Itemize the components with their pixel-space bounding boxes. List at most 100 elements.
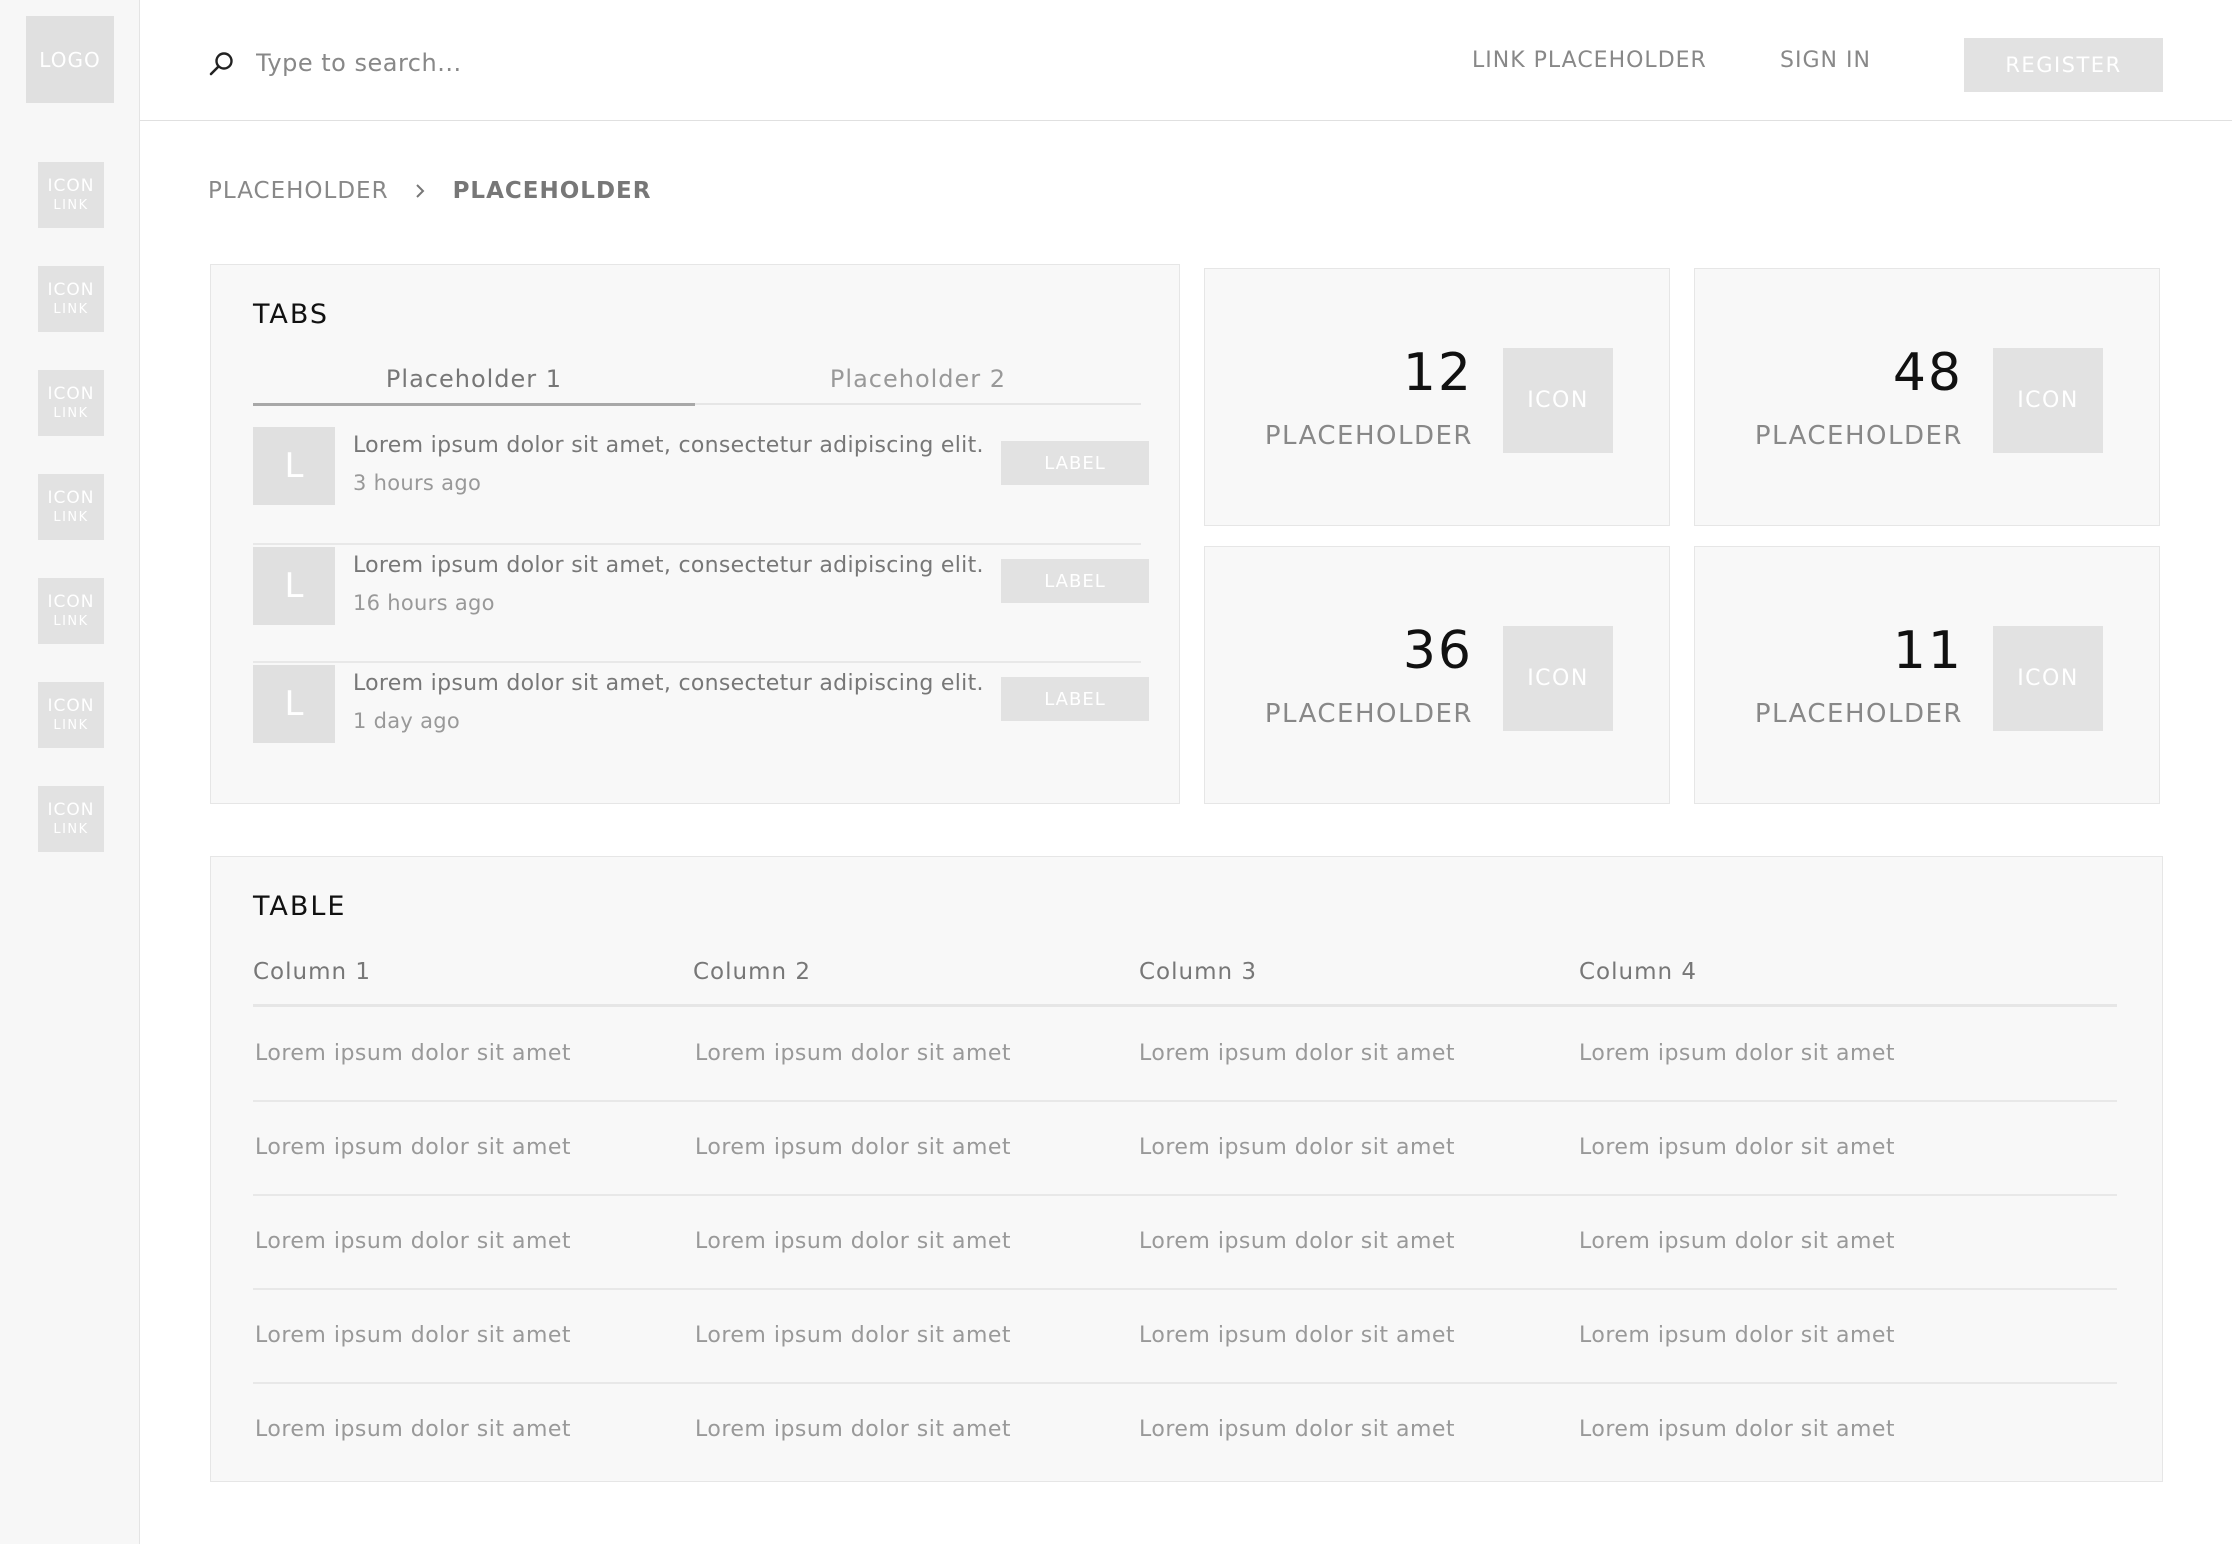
breadcrumb: PLACEHOLDER PLACEHOLDER xyxy=(208,178,651,204)
sidebar-link-label: LINK xyxy=(53,302,89,317)
sidebar-item-1[interactable]: ICON LINK xyxy=(38,162,104,228)
stat-icon: ICON xyxy=(1503,348,1613,453)
tab-placeholder-1[interactable]: Placeholder 1 xyxy=(253,365,695,406)
table-cell: Lorem ipsum dolor sit amet xyxy=(695,1417,1012,1442)
sidebar-link-label: LINK xyxy=(53,718,89,733)
stat-icon: ICON xyxy=(1503,626,1613,731)
table-cell: Lorem ipsum dolor sit amet xyxy=(255,1041,572,1066)
table-cell: Lorem ipsum dolor sit amet xyxy=(1139,1417,1456,1442)
sidebar-link-label: LINK xyxy=(53,406,89,421)
sidebar-item-7[interactable]: ICON LINK xyxy=(38,786,104,852)
sidebar-icon-label: ICON xyxy=(47,488,95,508)
breadcrumb-item-1[interactable]: PLACEHOLDER xyxy=(208,178,389,204)
logo[interactable]: LOGO xyxy=(26,16,114,103)
label-badge[interactable]: LABEL xyxy=(1001,677,1149,721)
register-button[interactable]: REGISTER xyxy=(1964,38,2163,92)
top-header: LINK PLACEHOLDER SIGN IN REGISTER xyxy=(140,0,2232,121)
column-header[interactable]: Column 4 xyxy=(1579,959,1697,985)
sidebar-icon-label: ICON xyxy=(47,384,95,404)
avatar: L xyxy=(253,665,335,743)
stat-value: 12 xyxy=(1402,343,1473,403)
list-item-time: 16 hours ago xyxy=(353,591,495,615)
list-item-text: Lorem ipsum dolor sit amet, consectetur … xyxy=(353,553,984,578)
table-row[interactable]: Lorem ipsum dolor sit amet Lorem ipsum d… xyxy=(253,1008,2117,1102)
column-header[interactable]: Column 2 xyxy=(693,959,811,985)
stat-value: 11 xyxy=(1892,621,1963,681)
table-cell: Lorem ipsum dolor sit amet xyxy=(1139,1041,1456,1066)
label-badge[interactable]: LABEL xyxy=(1001,559,1149,603)
table-cell: Lorem ipsum dolor sit amet xyxy=(1579,1041,1896,1066)
sign-in-link[interactable]: SIGN IN xyxy=(1780,48,1871,73)
sidebar: LOGO ICON LINK ICON LINK ICON LINK ICON … xyxy=(0,0,140,1544)
list-item-time: 1 day ago xyxy=(353,709,461,733)
table-panel: TABLE Column 1 Column 2 Column 3 Column … xyxy=(210,856,2163,1482)
table-cell: Lorem ipsum dolor sit amet xyxy=(1139,1135,1456,1160)
list-item[interactable]: L Lorem ipsum dolor sit amet, consectetu… xyxy=(253,427,1149,545)
table-header: Column 1 Column 2 Column 3 Column 4 xyxy=(253,959,2117,1007)
table-cell: Lorem ipsum dolor sit amet xyxy=(255,1229,572,1254)
sidebar-link-label: LINK xyxy=(53,822,89,837)
chevron-right-icon xyxy=(415,184,424,198)
table-cell: Lorem ipsum dolor sit amet xyxy=(1579,1323,1896,1348)
stat-label: PLACEHOLDER xyxy=(1264,699,1473,729)
table-cell: Lorem ipsum dolor sit amet xyxy=(695,1323,1012,1348)
sidebar-link-label: LINK xyxy=(53,614,89,629)
list-item[interactable]: L Lorem ipsum dolor sit amet, consectetu… xyxy=(253,663,1149,781)
table-cell: Lorem ipsum dolor sit amet xyxy=(1579,1229,1896,1254)
sidebar-icon-label: ICON xyxy=(47,592,95,612)
table-cell: Lorem ipsum dolor sit amet xyxy=(255,1135,572,1160)
sidebar-icon-label: ICON xyxy=(47,176,95,196)
table-row[interactable]: Lorem ipsum dolor sit amet Lorem ipsum d… xyxy=(253,1196,2117,1290)
list-item[interactable]: L Lorem ipsum dolor sit amet, consectetu… xyxy=(253,545,1149,663)
stat-icon: ICON xyxy=(1993,348,2103,453)
table-cell: Lorem ipsum dolor sit amet xyxy=(695,1135,1012,1160)
sidebar-icon-label: ICON xyxy=(47,696,95,716)
list-item-text: Lorem ipsum dolor sit amet, consectetur … xyxy=(353,671,984,696)
table-cell: Lorem ipsum dolor sit amet xyxy=(255,1323,572,1348)
search-icon[interactable] xyxy=(208,50,236,78)
stat-label: PLACEHOLDER xyxy=(1754,421,1963,451)
list-item-time: 3 hours ago xyxy=(353,471,482,495)
table-cell: Lorem ipsum dolor sit amet xyxy=(1139,1229,1456,1254)
sidebar-item-6[interactable]: ICON LINK xyxy=(38,682,104,748)
breadcrumb-item-current: PLACEHOLDER xyxy=(452,178,652,204)
stat-value: 48 xyxy=(1892,343,1963,403)
sidebar-icon-label: ICON xyxy=(47,280,95,300)
column-header[interactable]: Column 3 xyxy=(1139,959,1257,985)
table-cell: Lorem ipsum dolor sit amet xyxy=(255,1417,572,1442)
tabs-panel-title: TABS xyxy=(253,299,330,330)
table-cell: Lorem ipsum dolor sit amet xyxy=(1579,1417,1896,1442)
stat-card: 48 PLACEHOLDER ICON xyxy=(1694,268,2160,526)
sidebar-item-4[interactable]: ICON LINK xyxy=(38,474,104,540)
sidebar-link-label: LINK xyxy=(53,510,89,525)
list-item-text: Lorem ipsum dolor sit amet, consectetur … xyxy=(353,433,984,458)
table-cell: Lorem ipsum dolor sit amet xyxy=(1139,1323,1456,1348)
stat-value: 36 xyxy=(1402,621,1473,681)
table-cell: Lorem ipsum dolor sit amet xyxy=(1579,1135,1896,1160)
table-cell: Lorem ipsum dolor sit amet xyxy=(695,1041,1012,1066)
stat-card: 36 PLACEHOLDER ICON xyxy=(1204,546,1670,804)
label-badge[interactable]: LABEL xyxy=(1001,441,1149,485)
stat-label: PLACEHOLDER xyxy=(1264,421,1473,451)
tab-bar: Placeholder 1 Placeholder 2 xyxy=(253,365,1141,406)
table-row[interactable]: Lorem ipsum dolor sit amet Lorem ipsum d… xyxy=(253,1384,2117,1478)
stat-label: PLACEHOLDER xyxy=(1754,699,1963,729)
tab-placeholder-2[interactable]: Placeholder 2 xyxy=(697,365,1139,405)
nav-link-placeholder[interactable]: LINK PLACEHOLDER xyxy=(1472,48,1707,73)
stat-card: 12 PLACEHOLDER ICON xyxy=(1204,268,1670,526)
table-cell: Lorem ipsum dolor sit amet xyxy=(695,1229,1012,1254)
sidebar-item-5[interactable]: ICON LINK xyxy=(38,578,104,644)
tabs-panel: TABS Placeholder 1 Placeholder 2 L Lorem… xyxy=(210,264,1180,804)
avatar: L xyxy=(253,547,335,625)
column-header[interactable]: Column 1 xyxy=(253,959,371,985)
search-input[interactable] xyxy=(254,40,734,86)
table-panel-title: TABLE xyxy=(253,891,347,922)
sidebar-item-2[interactable]: ICON LINK xyxy=(38,266,104,332)
stat-card: 11 PLACEHOLDER ICON xyxy=(1694,546,2160,804)
table-row[interactable]: Lorem ipsum dolor sit amet Lorem ipsum d… xyxy=(253,1102,2117,1196)
sidebar-link-label: LINK xyxy=(53,198,89,213)
sidebar-item-3[interactable]: ICON LINK xyxy=(38,370,104,436)
sidebar-icon-label: ICON xyxy=(47,800,95,820)
table-row[interactable]: Lorem ipsum dolor sit amet Lorem ipsum d… xyxy=(253,1290,2117,1384)
stat-icon: ICON xyxy=(1993,626,2103,731)
